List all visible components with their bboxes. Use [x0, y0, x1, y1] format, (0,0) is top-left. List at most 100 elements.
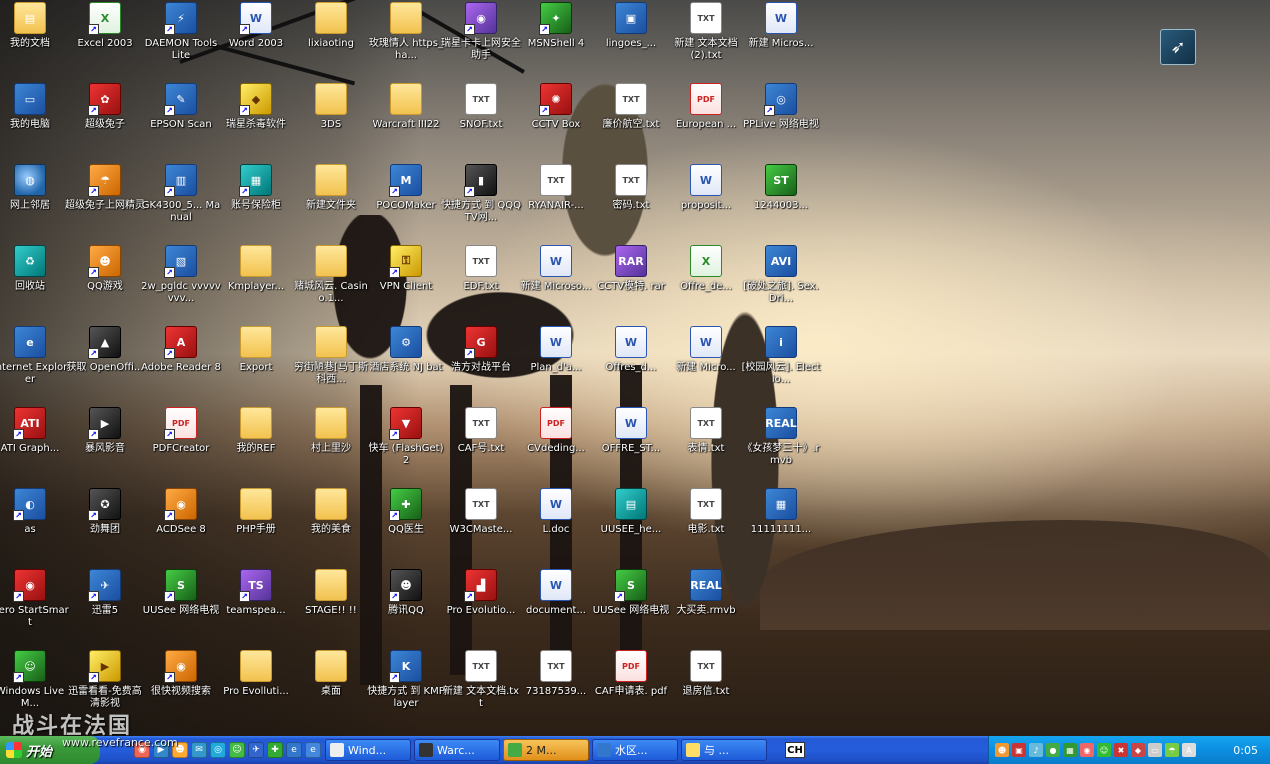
quick-launch-icon[interactable]: ☺	[229, 742, 245, 758]
desktop-icon[interactable]: 赌城风云. Casino.1...	[291, 243, 371, 324]
desktop-icon[interactable]: ◉ ↗ ACDSee 8	[141, 486, 221, 567]
desktop-icon[interactable]: TXT 表情.txt	[666, 405, 746, 486]
desktop-icon[interactable]: 我的REF	[216, 405, 296, 486]
language-bar[interactable]: CH	[785, 742, 805, 758]
desktop-icon[interactable]: REAL 大买卖.rmvb	[666, 567, 746, 648]
desktop-icon[interactable]: Kmplayer...	[216, 243, 296, 324]
desktop-icon[interactable]: Pro Evolluti...	[216, 648, 296, 729]
desktop-icon[interactable]: TXT 廉价航空.txt	[591, 81, 671, 162]
desktop-icon[interactable]: TXT CAF号.txt	[441, 405, 521, 486]
desktop-icon[interactable]: ✺ ↗ CCTV Box	[516, 81, 596, 162]
desktop-icon[interactable]: X Offre_de...	[666, 243, 746, 324]
desktop-icon[interactable]: e Internet Explorer	[0, 324, 70, 405]
desktop-icon[interactable]: ♻ 回收站	[0, 243, 70, 324]
desktop-icon[interactable]: PDF CAF申请表. pdf	[591, 648, 671, 729]
desktop-icon[interactable]: PDF ↗ PDFCreator	[141, 405, 221, 486]
desktop-icon[interactable]: 桌面	[291, 648, 371, 729]
task-button[interactable]: Wind...	[325, 739, 411, 761]
desktop-icon[interactable]: TXT 电影.txt	[666, 486, 746, 567]
tray-icon[interactable]: ♪	[1029, 743, 1043, 757]
desktop-icon[interactable]: i [校园风云]. Electio...	[741, 324, 821, 405]
desktop-icon[interactable]: ▟ ↗ Pro Evolutio...	[441, 567, 521, 648]
desktop-icon[interactable]: ▦ 11111111...	[741, 486, 821, 567]
desktop-icon[interactable]: TXT 新建 文本文档 (2).txt	[666, 0, 746, 81]
desktop-icon[interactable]: TXT 73187539...	[516, 648, 596, 729]
desktop-icon[interactable]: ◉ ↗ 很快视频搜索	[141, 648, 221, 729]
desktop-icon[interactable]: ⚿ ↗ VPN Client	[366, 243, 446, 324]
desktop-icon[interactable]: 3DS	[291, 81, 371, 162]
desktop-icon[interactable]: 穷街陋巷[马丁斯科西...	[291, 324, 371, 405]
desktop-icon[interactable]: TXT 新建 文本文档.txt	[441, 648, 521, 729]
desktop-icon[interactable]: TXT 退房信.txt	[666, 648, 746, 729]
desktop-icon[interactable]: ☂ ↗ 超级兔子上网精灵	[65, 162, 145, 243]
desktop-icon[interactable]: W 新建 Micro...	[666, 324, 746, 405]
desktop-icon[interactable]: X ↗ Excel 2003	[65, 0, 145, 81]
desktop-icon[interactable]: ▧ ↗ 2w_pgldc vvvvvvvv...	[141, 243, 221, 324]
desktop-icon[interactable]: ▥ ↗ GK4300_5... Manual	[141, 162, 221, 243]
desktop-icon[interactable]: RAR CCTV模特. rar	[591, 243, 671, 324]
quick-launch-icon[interactable]: ✚	[267, 742, 283, 758]
desktop-icon[interactable]: Export	[216, 324, 296, 405]
desktop-icon[interactable]: ✦ ↗ MSNShell 4	[516, 0, 596, 81]
desktop-icon[interactable]: ▣ lingoes_...	[591, 0, 671, 81]
desktop-icon[interactable]: S ↗ UUSee 网络电视	[591, 567, 671, 648]
tray-icon[interactable]: ▦	[1063, 743, 1077, 757]
desktop-icon[interactable]: TS ↗ teamspea...	[216, 567, 296, 648]
clock[interactable]: 0:05	[1233, 744, 1258, 757]
desktop-icon[interactable]: Wproposit...	[666, 162, 746, 243]
desktop-icon[interactable]: G ↗ 浩方对战平台	[441, 324, 521, 405]
quick-launch-icon[interactable]: e	[286, 742, 302, 758]
task-button[interactable]: Warc...	[414, 739, 500, 761]
desktop-icon[interactable]: PHP手册	[216, 486, 296, 567]
desktop-icon[interactable]: ✎ ↗ EPSON Scan	[141, 81, 221, 162]
desktop-icon[interactable]: ▤ 我的文档	[0, 0, 70, 81]
desktop-icon[interactable]: W Offres_d...	[591, 324, 671, 405]
desktop-icon[interactable]: ✈ ↗ 迅雷5	[65, 567, 145, 648]
desktop-icon[interactable]: ⚡ ↗ DAEMON Tools Lite	[141, 0, 221, 81]
desktop-icon[interactable]: ☻ ↗ 腾讯QQ	[366, 567, 446, 648]
quick-launch-icon[interactable]: e	[305, 742, 321, 758]
desktop-icon[interactable]: PDF CVdeding...	[516, 405, 596, 486]
desktop-icon[interactable]: ◉↗ Nero StartSmart	[0, 567, 70, 648]
desktop-icon[interactable]: S ↗ UUSee 网络电视	[141, 567, 221, 648]
desktop-icon[interactable]: ✪ ↗ 劲舞团	[65, 486, 145, 567]
desktop-icon[interactable]: TXT 密码.txt	[591, 162, 671, 243]
desktop-icon[interactable]: ◎ ↗ PPLive 网络电视	[741, 81, 821, 162]
desktop-icon[interactable]: K ↗ 快捷方式 到 KMPlayer	[366, 648, 446, 729]
desktop-icon[interactable]: ◐ ↗ as	[0, 486, 70, 567]
desktop-icon[interactable]: ▭ 我的电脑	[0, 81, 70, 162]
desktop-icon[interactable]: W OFFRE_ST...	[591, 405, 671, 486]
desktop-icon[interactable]: Warcraft III22	[366, 81, 446, 162]
desktop-icon[interactable]: 新建文件夹	[291, 162, 371, 243]
desktop-icon[interactable]: STAGE!! !!	[291, 567, 371, 648]
desktop-icon[interactable]: AVI [破处之旅]. Sex.Dri...	[741, 243, 821, 324]
tray-icon[interactable]: ✖	[1114, 743, 1128, 757]
desktop-icon[interactable]: TXT RYANAIR-...	[516, 162, 596, 243]
quick-launch-icon[interactable]: ✉	[191, 742, 207, 758]
desktop-icon[interactable]: ▮ ↗ 快捷方式 到 QQQTV网...	[441, 162, 521, 243]
desktop-icon[interactable]: TXT W3CMaste...	[441, 486, 521, 567]
language-indicator[interactable]: CH	[785, 742, 805, 758]
desktop-icon[interactable]: W ↗ Word 2003	[216, 0, 296, 81]
desktop-icon[interactable]: W L.doc	[516, 486, 596, 567]
desktop-icon[interactable]: W 新建 Micros...	[741, 0, 821, 81]
tray-icon[interactable]: ◆	[1131, 743, 1145, 757]
desktop-icon[interactable]: W 新建 Microso...	[516, 243, 596, 324]
desktop-icon[interactable]: ✚ ↗ QQ医生	[366, 486, 446, 567]
desktop-icon[interactable]: ◆ ↗ 瑞星杀毒软件	[216, 81, 296, 162]
desktop-icon[interactable]: ▼ ↗ 快车 (FlashGet)2	[366, 405, 446, 486]
task-button[interactable]: 水区...	[592, 739, 678, 761]
desktop-icon[interactable]: ☻ ↗ QQ游戏	[65, 243, 145, 324]
tray-icon[interactable]: A	[1182, 743, 1196, 757]
desktop-icon[interactable]: ▦ ↗ 账号保险柜	[216, 162, 296, 243]
desktop-icon[interactable]: ▶ ↗ 暴风影音	[65, 405, 145, 486]
desktop-icon[interactable]: TXT EDF.txt	[441, 243, 521, 324]
desktop-icon[interactable]: TXT SNOF.txt	[441, 81, 521, 162]
desktop-icon[interactable]: ◉ ↗ 瑞星卡卡上网安全助手	[441, 0, 521, 81]
task-button[interactable]: 与 ...	[681, 739, 767, 761]
desktop-icon[interactable]: 我的美食	[291, 486, 371, 567]
desktop-icon[interactable]: ATI ↗ ATI Graph...	[0, 405, 70, 486]
tray-icon[interactable]: ☂	[1165, 743, 1179, 757]
bird-shortcut-icon[interactable]: ➶	[1160, 29, 1196, 65]
desktop-icon[interactable]: Wdocument...	[516, 567, 596, 648]
